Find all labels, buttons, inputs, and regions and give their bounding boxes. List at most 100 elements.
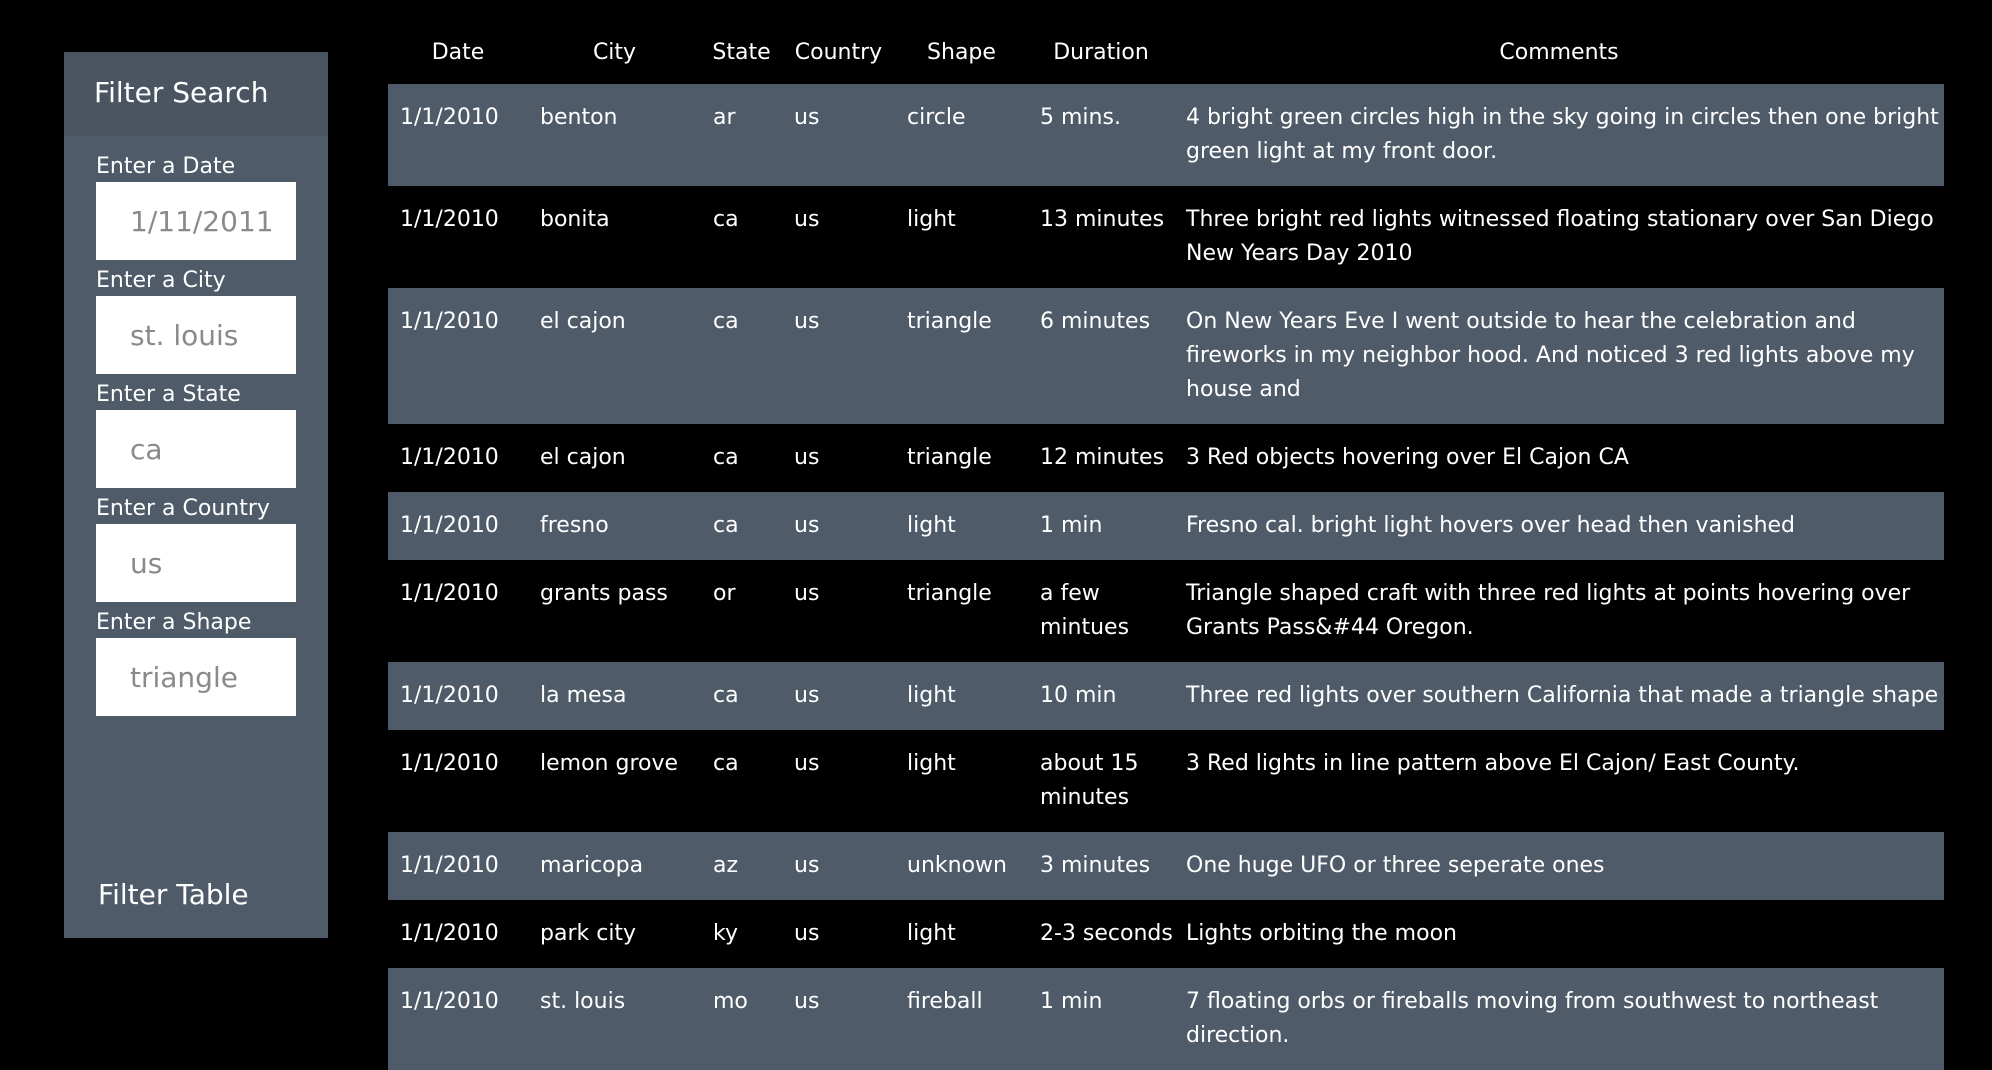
cell-comments: 7 floating orbs or fireballs moving from… bbox=[1186, 989, 1879, 1048]
cell-state: or bbox=[713, 581, 736, 606]
cell-city: el cajon bbox=[540, 309, 626, 334]
cell-city: el cajon bbox=[540, 445, 626, 470]
cell-state: ca bbox=[713, 445, 739, 470]
cell-comments: 3 Red objects hovering over El Cajon CA bbox=[1186, 445, 1629, 470]
ufo-table-container: Date City State Country Shape Duration C… bbox=[388, 40, 1944, 1070]
header-comments[interactable]: Comments bbox=[1174, 40, 1944, 84]
table-row: 1/1/2010 maricopa az us unknown 3 minutes One … bbox=[388, 832, 1944, 900]
table-body: 1/1/2010 benton ar us circle 5 mins. 4 bright … bbox=[388, 84, 1944, 1070]
cell-country: us bbox=[794, 683, 820, 708]
cell-city: park city bbox=[540, 921, 637, 946]
cell-state: ca bbox=[713, 309, 739, 334]
cell-date: 1/1/2010 bbox=[400, 513, 499, 538]
cell-date: 1/1/2010 bbox=[400, 445, 499, 470]
cell-duration: 6 minutes bbox=[1040, 309, 1151, 334]
header-date[interactable]: Date bbox=[388, 40, 528, 84]
shape-label: Enter a Shape bbox=[96, 610, 252, 635]
cell-state: ky bbox=[713, 921, 738, 946]
cell-state: ca bbox=[713, 207, 739, 232]
cell-city: fresno bbox=[540, 513, 609, 538]
cell-country: us bbox=[794, 751, 820, 776]
cell-state: mo bbox=[713, 989, 748, 1014]
cell-comments: Triangle shaped craft with three red lig… bbox=[1186, 581, 1911, 640]
sidebar-title: Filter Search bbox=[64, 52, 328, 136]
table-row: 1/1/2010 bonita ca us light 13 minutes Three b… bbox=[388, 186, 1944, 288]
ufo-table: Date City State Country Shape Duration C… bbox=[388, 40, 1944, 1070]
cell-comments: One huge UFO or three seperate ones bbox=[1186, 853, 1605, 878]
cell-city: maricopa bbox=[540, 853, 644, 878]
state-input[interactable] bbox=[96, 410, 296, 488]
table-row: 1/1/2010 benton ar us circle 5 mins. 4 bright … bbox=[388, 84, 1944, 186]
cell-date: 1/1/2010 bbox=[400, 683, 499, 708]
cell-shape: triangle bbox=[907, 581, 992, 606]
city-input[interactable] bbox=[96, 296, 296, 374]
cell-country: us bbox=[794, 309, 820, 334]
shape-filter: Enter a Shape bbox=[96, 608, 328, 716]
header-state[interactable]: State bbox=[701, 40, 782, 84]
header-shape[interactable]: Shape bbox=[895, 40, 1028, 84]
cell-duration: about 15 minutes bbox=[1040, 751, 1139, 810]
header-city[interactable]: City bbox=[528, 40, 701, 84]
cell-comments: 4 bright green circles high in the sky g… bbox=[1186, 105, 1939, 164]
country-label: Enter a Country bbox=[96, 496, 270, 521]
table-row: 1/1/2010 el cajon ca us triangle 12 minutes 3 … bbox=[388, 424, 1944, 492]
date-input[interactable] bbox=[96, 182, 296, 260]
header-country[interactable]: Country bbox=[782, 40, 895, 84]
header-duration[interactable]: Duration bbox=[1028, 40, 1174, 84]
cell-city: benton bbox=[540, 105, 618, 130]
cell-duration: 12 minutes bbox=[1040, 445, 1165, 470]
table-row: 1/1/2010 el cajon ca us triangle 6 minutes On … bbox=[388, 288, 1944, 424]
table-row: 1/1/2010 st. louis mo us fireball 1 min 7 floa… bbox=[388, 968, 1944, 1070]
cell-comments: Lights orbiting the moon bbox=[1186, 921, 1457, 946]
state-label: Enter a State bbox=[96, 382, 241, 407]
cell-comments: 3 Red lights in line pattern above El Ca… bbox=[1186, 751, 1800, 776]
cell-date: 1/1/2010 bbox=[400, 751, 499, 776]
cell-city: grants pass bbox=[540, 581, 668, 606]
cell-date: 1/1/2010 bbox=[400, 207, 499, 232]
cell-country: us bbox=[794, 581, 820, 606]
cell-city: st. louis bbox=[540, 989, 626, 1014]
city-label: Enter a City bbox=[96, 268, 226, 293]
table-row: 1/1/2010 park city ky us light 2-3 seconds Lig… bbox=[388, 900, 1944, 968]
cell-comments: Three red lights over southern Californi… bbox=[1186, 683, 1939, 708]
cell-state: ca bbox=[713, 683, 739, 708]
cell-duration: 5 mins. bbox=[1040, 105, 1121, 130]
cell-country: us bbox=[794, 105, 820, 130]
cell-city: lemon grove bbox=[540, 751, 679, 776]
cell-state: ca bbox=[713, 513, 739, 538]
cell-state: ca bbox=[713, 751, 739, 776]
cell-city: la mesa bbox=[540, 683, 627, 708]
cell-comments: Fresno cal. bright light hovers over hea… bbox=[1186, 513, 1796, 538]
date-filter: Enter a Date bbox=[96, 152, 328, 260]
cell-country: us bbox=[794, 989, 820, 1014]
cell-shape: fireball bbox=[907, 989, 983, 1014]
cell-date: 1/1/2010 bbox=[400, 853, 499, 878]
cell-shape: circle bbox=[907, 105, 966, 130]
country-input[interactable] bbox=[96, 524, 296, 602]
cell-state: ar bbox=[713, 105, 736, 130]
cell-duration: 2-3 seconds bbox=[1040, 921, 1173, 946]
cell-duration: 3 minutes bbox=[1040, 853, 1151, 878]
cell-date: 1/1/2010 bbox=[400, 921, 499, 946]
cell-date: 1/1/2010 bbox=[400, 581, 499, 606]
country-filter: Enter a Country bbox=[96, 494, 328, 602]
cell-date: 1/1/2010 bbox=[400, 309, 499, 334]
cell-shape: light bbox=[907, 683, 956, 708]
cell-duration: a few mintues bbox=[1040, 581, 1130, 640]
cell-duration: 10 min bbox=[1040, 683, 1117, 708]
cell-duration: 13 minutes bbox=[1040, 207, 1165, 232]
cell-shape: unknown bbox=[907, 853, 1007, 878]
table-header-row: Date City State Country Shape Duration C… bbox=[388, 40, 1944, 84]
cell-country: us bbox=[794, 513, 820, 538]
table-row: 1/1/2010 grants pass or us triangle a few min… bbox=[388, 560, 1944, 662]
cell-date: 1/1/2010 bbox=[400, 989, 499, 1014]
date-label: Enter a Date bbox=[96, 154, 236, 179]
cell-duration: 1 min bbox=[1040, 513, 1103, 538]
cell-shape: triangle bbox=[907, 309, 992, 334]
cell-shape: triangle bbox=[907, 445, 992, 470]
cell-comments: Three bright red lights witnessed floati… bbox=[1186, 207, 1934, 266]
shape-input[interactable] bbox=[96, 638, 296, 716]
cell-shape: light bbox=[907, 921, 956, 946]
filter-table-button[interactable]: Filter Table bbox=[98, 878, 249, 911]
cell-shape: light bbox=[907, 207, 956, 232]
